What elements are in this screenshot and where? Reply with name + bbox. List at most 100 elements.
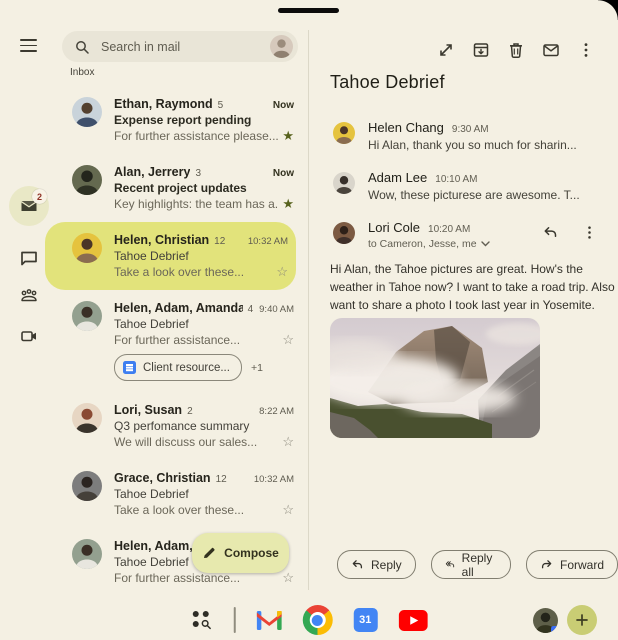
email-subject: Recent project updates — [114, 181, 294, 195]
star-icon[interactable]: ☆ — [272, 265, 288, 279]
gmail-icon[interactable] — [256, 611, 281, 630]
archive-icon[interactable] — [472, 41, 490, 59]
pencil-icon — [202, 546, 216, 560]
compose-label: Compose — [224, 546, 279, 560]
more-icon[interactable] — [577, 41, 595, 59]
thread-pane: Tahoe Debrief Helen Chang9:30 AM Hi Alan… — [309, 0, 618, 600]
email-row[interactable]: Helen, Adam, Amanda49:40 AM Tahoe Debrie… — [45, 290, 308, 392]
docs-icon — [123, 361, 136, 374]
reply-all-button[interactable]: Reply all — [431, 550, 511, 579]
email-row-selected[interactable]: Helen, Christian1210:32 AM Tahoe Debrief… — [45, 222, 296, 290]
search-icon — [75, 40, 89, 54]
email-count: 5 — [218, 100, 224, 111]
youtube-icon[interactable] — [398, 610, 427, 631]
star-icon[interactable]: ☆ — [278, 503, 294, 517]
email-snippet: Key highlights: the team has a... — [114, 197, 278, 211]
avatar — [72, 403, 102, 433]
more-icon[interactable] — [581, 224, 598, 241]
star-icon[interactable]: ★ — [278, 129, 294, 143]
message-body: Hi Alan, the Tahoe pictures are great. H… — [330, 260, 618, 314]
attachment-name: Client resource... — [143, 362, 230, 374]
message-expanded[interactable]: Lori Cole 10:20 AM to Cameron, Jesse, me — [309, 211, 618, 259]
star-icon[interactable]: ☆ — [278, 571, 294, 585]
message-sender: Adam Lee — [368, 170, 427, 185]
reply-all-icon — [445, 558, 455, 571]
email-row[interactable]: Ethan, Raymond5Now Expense report pendin… — [45, 86, 308, 154]
menu-icon[interactable] — [20, 39, 37, 52]
calendar-icon[interactable]: 31 — [353, 608, 377, 632]
reply-button[interactable]: Reply — [337, 550, 416, 579]
message-time: 10:20 AM — [428, 224, 470, 235]
nav-mail[interactable]: 2 — [9, 186, 49, 226]
avatar — [72, 233, 102, 263]
email-senders: Lori, Susan — [114, 403, 182, 417]
chrome-icon[interactable] — [302, 605, 332, 635]
window-drag-handle[interactable] — [278, 8, 339, 13]
message-collapsed[interactable]: Adam Lee10:10 AM Wow, these picturese ar… — [309, 161, 618, 211]
email-snippet: For further assistance... — [114, 571, 278, 585]
reply-icon[interactable] — [542, 224, 559, 241]
avatar — [72, 301, 102, 331]
message-recipients[interactable]: to Cameron, Jesse, me — [368, 238, 534, 250]
message-list: Helen Chang9:30 AM Hi Alan, thank you so… — [309, 111, 618, 259]
spaces-icon — [18, 285, 40, 307]
message-time: 9:30 AM — [452, 124, 489, 135]
email-row[interactable]: Alan, Jerrery3Now Recent project updates… — [45, 154, 308, 222]
forward-icon — [540, 558, 553, 571]
mark-unread-icon[interactable] — [542, 41, 560, 59]
thread-title: Tahoe Debrief — [330, 72, 445, 93]
attachment-chip[interactable]: Client resource... — [114, 354, 242, 381]
compose-button[interactable]: Compose — [192, 533, 289, 573]
open-in-full-icon[interactable] — [437, 41, 455, 59]
email-count: 12 — [216, 474, 227, 485]
email-list: Ethan, Raymond5Now Expense report pendin… — [45, 86, 308, 596]
email-row[interactable]: Grace, Christian1210:32 AM Tahoe Debrief… — [45, 460, 308, 528]
email-count: 2 — [187, 406, 193, 417]
email-count: 3 — [195, 168, 201, 179]
avatar — [72, 165, 102, 195]
message-collapsed[interactable]: Helen Chang9:30 AM Hi Alan, thank you so… — [309, 111, 618, 161]
email-senders: Ethan, Raymond — [114, 97, 213, 111]
plus-icon — [575, 613, 589, 627]
email-row[interactable]: Lori, Susan 2 8:22 AM Q3 perfomance summar… — [45, 392, 308, 460]
plus-button[interactable] — [567, 605, 597, 635]
email-snippet: Take a look over these... — [114, 265, 272, 279]
email-subject: Q3 perfomance summary — [114, 419, 294, 433]
delete-icon[interactable] — [507, 41, 525, 59]
reply-bar: Reply Reply all Forward — [337, 550, 618, 579]
nav-chat[interactable] — [9, 238, 49, 278]
email-list-pane: Inbox Ethan, Raymond5Now Expense report … — [45, 0, 308, 600]
photo-attachment[interactable] — [330, 318, 540, 438]
email-senders: Helen, Adam, Amanda — [114, 301, 243, 315]
star-icon[interactable]: ★ — [278, 197, 294, 211]
email-count: 12 — [214, 236, 225, 247]
email-time: 9:40 AM — [253, 304, 294, 315]
yosemite-photo — [330, 318, 540, 438]
message-sender: Lori Cole — [368, 220, 420, 235]
taskbar-avatar[interactable] — [533, 608, 558, 633]
attachment-more-count: +1 — [251, 362, 263, 374]
email-subject: Tahoe Debrief — [114, 249, 288, 263]
star-icon[interactable]: ☆ — [278, 435, 294, 449]
email-time: 8:22 AM — [253, 406, 294, 417]
nav-spaces[interactable] — [9, 276, 49, 316]
chevron-down-icon — [481, 241, 490, 247]
nav-meet[interactable] — [9, 316, 49, 356]
app-launcher-icon[interactable] — [191, 609, 213, 631]
search-bar[interactable] — [62, 31, 298, 62]
star-icon[interactable]: ☆ — [278, 333, 294, 347]
reply-icon — [351, 558, 364, 571]
email-time: 10:32 AM — [248, 474, 294, 485]
avatar — [72, 471, 102, 501]
email-senders: Grace, Christian — [114, 471, 211, 485]
email-time: Now — [267, 100, 294, 111]
avatar — [333, 172, 355, 194]
email-snippet: For further assistance... — [114, 333, 278, 347]
taskbar-divider — [234, 607, 236, 633]
chat-badge-icon — [551, 626, 558, 633]
forward-button[interactable]: Forward — [526, 550, 618, 579]
account-avatar[interactable] — [270, 35, 293, 58]
search-input[interactable] — [99, 39, 270, 55]
email-senders: Helen, Christian — [114, 233, 209, 247]
message-time: 10:10 AM — [435, 174, 477, 185]
